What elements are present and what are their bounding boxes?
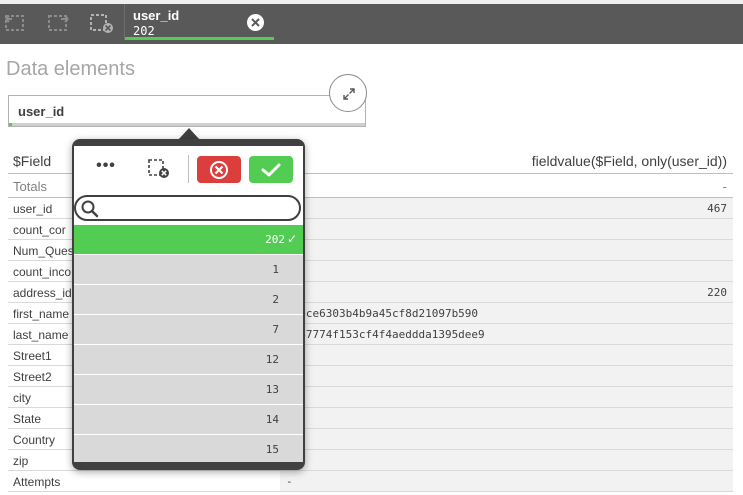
current-selection-chip[interactable]: user_id 202 <box>124 4 274 40</box>
cancel-selection-button[interactable] <box>197 156 241 183</box>
selected-check-icon: ✓ <box>286 232 297 246</box>
clear-all-selections-button[interactable] <box>86 8 118 38</box>
list-item[interactable]: 2 <box>74 285 303 315</box>
filter-pane-user-id[interactable]: user_id <box>8 95 366 127</box>
toolbar-divider <box>188 155 189 183</box>
step-back-icon <box>5 15 24 31</box>
search-icon <box>81 200 99 218</box>
row-value <box>280 387 733 407</box>
list-item-value: 2 <box>272 293 279 306</box>
list-item[interactable]: 1 <box>74 255 303 285</box>
totals-label: Totals <box>13 179 47 194</box>
row-value: 7087774f153cf4f4aeddda1395dee9 <box>280 324 733 344</box>
clear-selection-icon <box>148 159 169 178</box>
close-circle-icon <box>251 18 260 27</box>
list-item[interactable]: 13 <box>74 375 303 405</box>
confirm-selection-button[interactable] <box>249 156 293 183</box>
list-item-value: 14 <box>265 413 279 426</box>
selection-field-name: user_id <box>133 8 180 23</box>
cancel-icon <box>210 160 228 179</box>
toolbar-top-stripe <box>0 0 743 4</box>
listbox-popover-body: ••• 202 ✓ 1 2 7 12 13 14 15 <box>74 146 303 462</box>
checkmark-icon <box>261 163 281 176</box>
step-back-button[interactable] <box>0 8 32 38</box>
selection-field-value: 202 <box>133 24 155 38</box>
clear-selection-chip-button[interactable] <box>247 14 264 31</box>
table-row[interactable]: Attempts - <box>8 471 733 492</box>
listbox-search-field[interactable] <box>74 195 301 221</box>
list-item[interactable]: 14 <box>74 405 303 435</box>
row-value <box>280 450 733 470</box>
listbox-toolbar: ••• <box>74 146 303 194</box>
row-value: 09bce6303b4b9a45cf8d21097b590 <box>280 303 733 323</box>
row-field: Attempts <box>13 475 61 489</box>
list-item[interactable]: 12 <box>74 345 303 375</box>
more-options-button[interactable]: ••• <box>91 156 121 182</box>
expand-icon <box>343 88 355 100</box>
row-value: 220 <box>280 282 733 302</box>
step-forward-icon <box>48 15 69 31</box>
row-value <box>280 345 733 365</box>
selection-state-bar <box>125 37 274 40</box>
filter-pane-selected-bar <box>9 123 12 126</box>
row-value <box>280 261 733 281</box>
row-value <box>280 219 733 239</box>
column-header-field[interactable]: $Field <box>13 153 51 169</box>
clear-selection-button[interactable] <box>147 158 171 180</box>
row-value <box>280 240 733 260</box>
column-header-fieldvalue[interactable]: fieldvalue($Field, only(user_id)) <box>532 153 727 169</box>
listbox-popover: ••• 202 ✓ 1 2 7 12 13 14 15 <box>72 139 305 470</box>
list-item-value: 202 <box>265 233 285 246</box>
panel-title: Data elements <box>6 58 135 80</box>
row-value <box>280 429 733 449</box>
row-value: 467 <box>280 198 733 218</box>
listbox-values: 202 ✓ 1 2 7 12 13 14 15 <box>74 225 303 462</box>
row-value: - <box>280 471 733 491</box>
list-item-value: 7 <box>272 323 279 336</box>
selections-toolbar: user_id 202 <box>0 0 743 44</box>
list-item-value: 1 <box>272 263 279 276</box>
list-item[interactable]: 7 <box>74 315 303 345</box>
row-value <box>280 366 733 386</box>
clear-all-selections-icon <box>90 14 113 33</box>
listbox-search-input[interactable] <box>102 199 292 217</box>
list-item-value: 13 <box>265 383 279 396</box>
filter-pane-state-bar <box>12 123 365 126</box>
totals-value: - <box>722 179 727 194</box>
list-item-value: 15 <box>265 443 279 456</box>
filter-pane-label: user_id <box>18 104 65 119</box>
expand-button[interactable] <box>329 74 367 112</box>
step-forward-button[interactable] <box>42 8 74 38</box>
list-item[interactable]: 202 ✓ <box>74 225 303 255</box>
list-item[interactable]: 15 <box>74 435 303 462</box>
list-item-value: 12 <box>265 353 279 366</box>
row-value <box>280 408 733 428</box>
